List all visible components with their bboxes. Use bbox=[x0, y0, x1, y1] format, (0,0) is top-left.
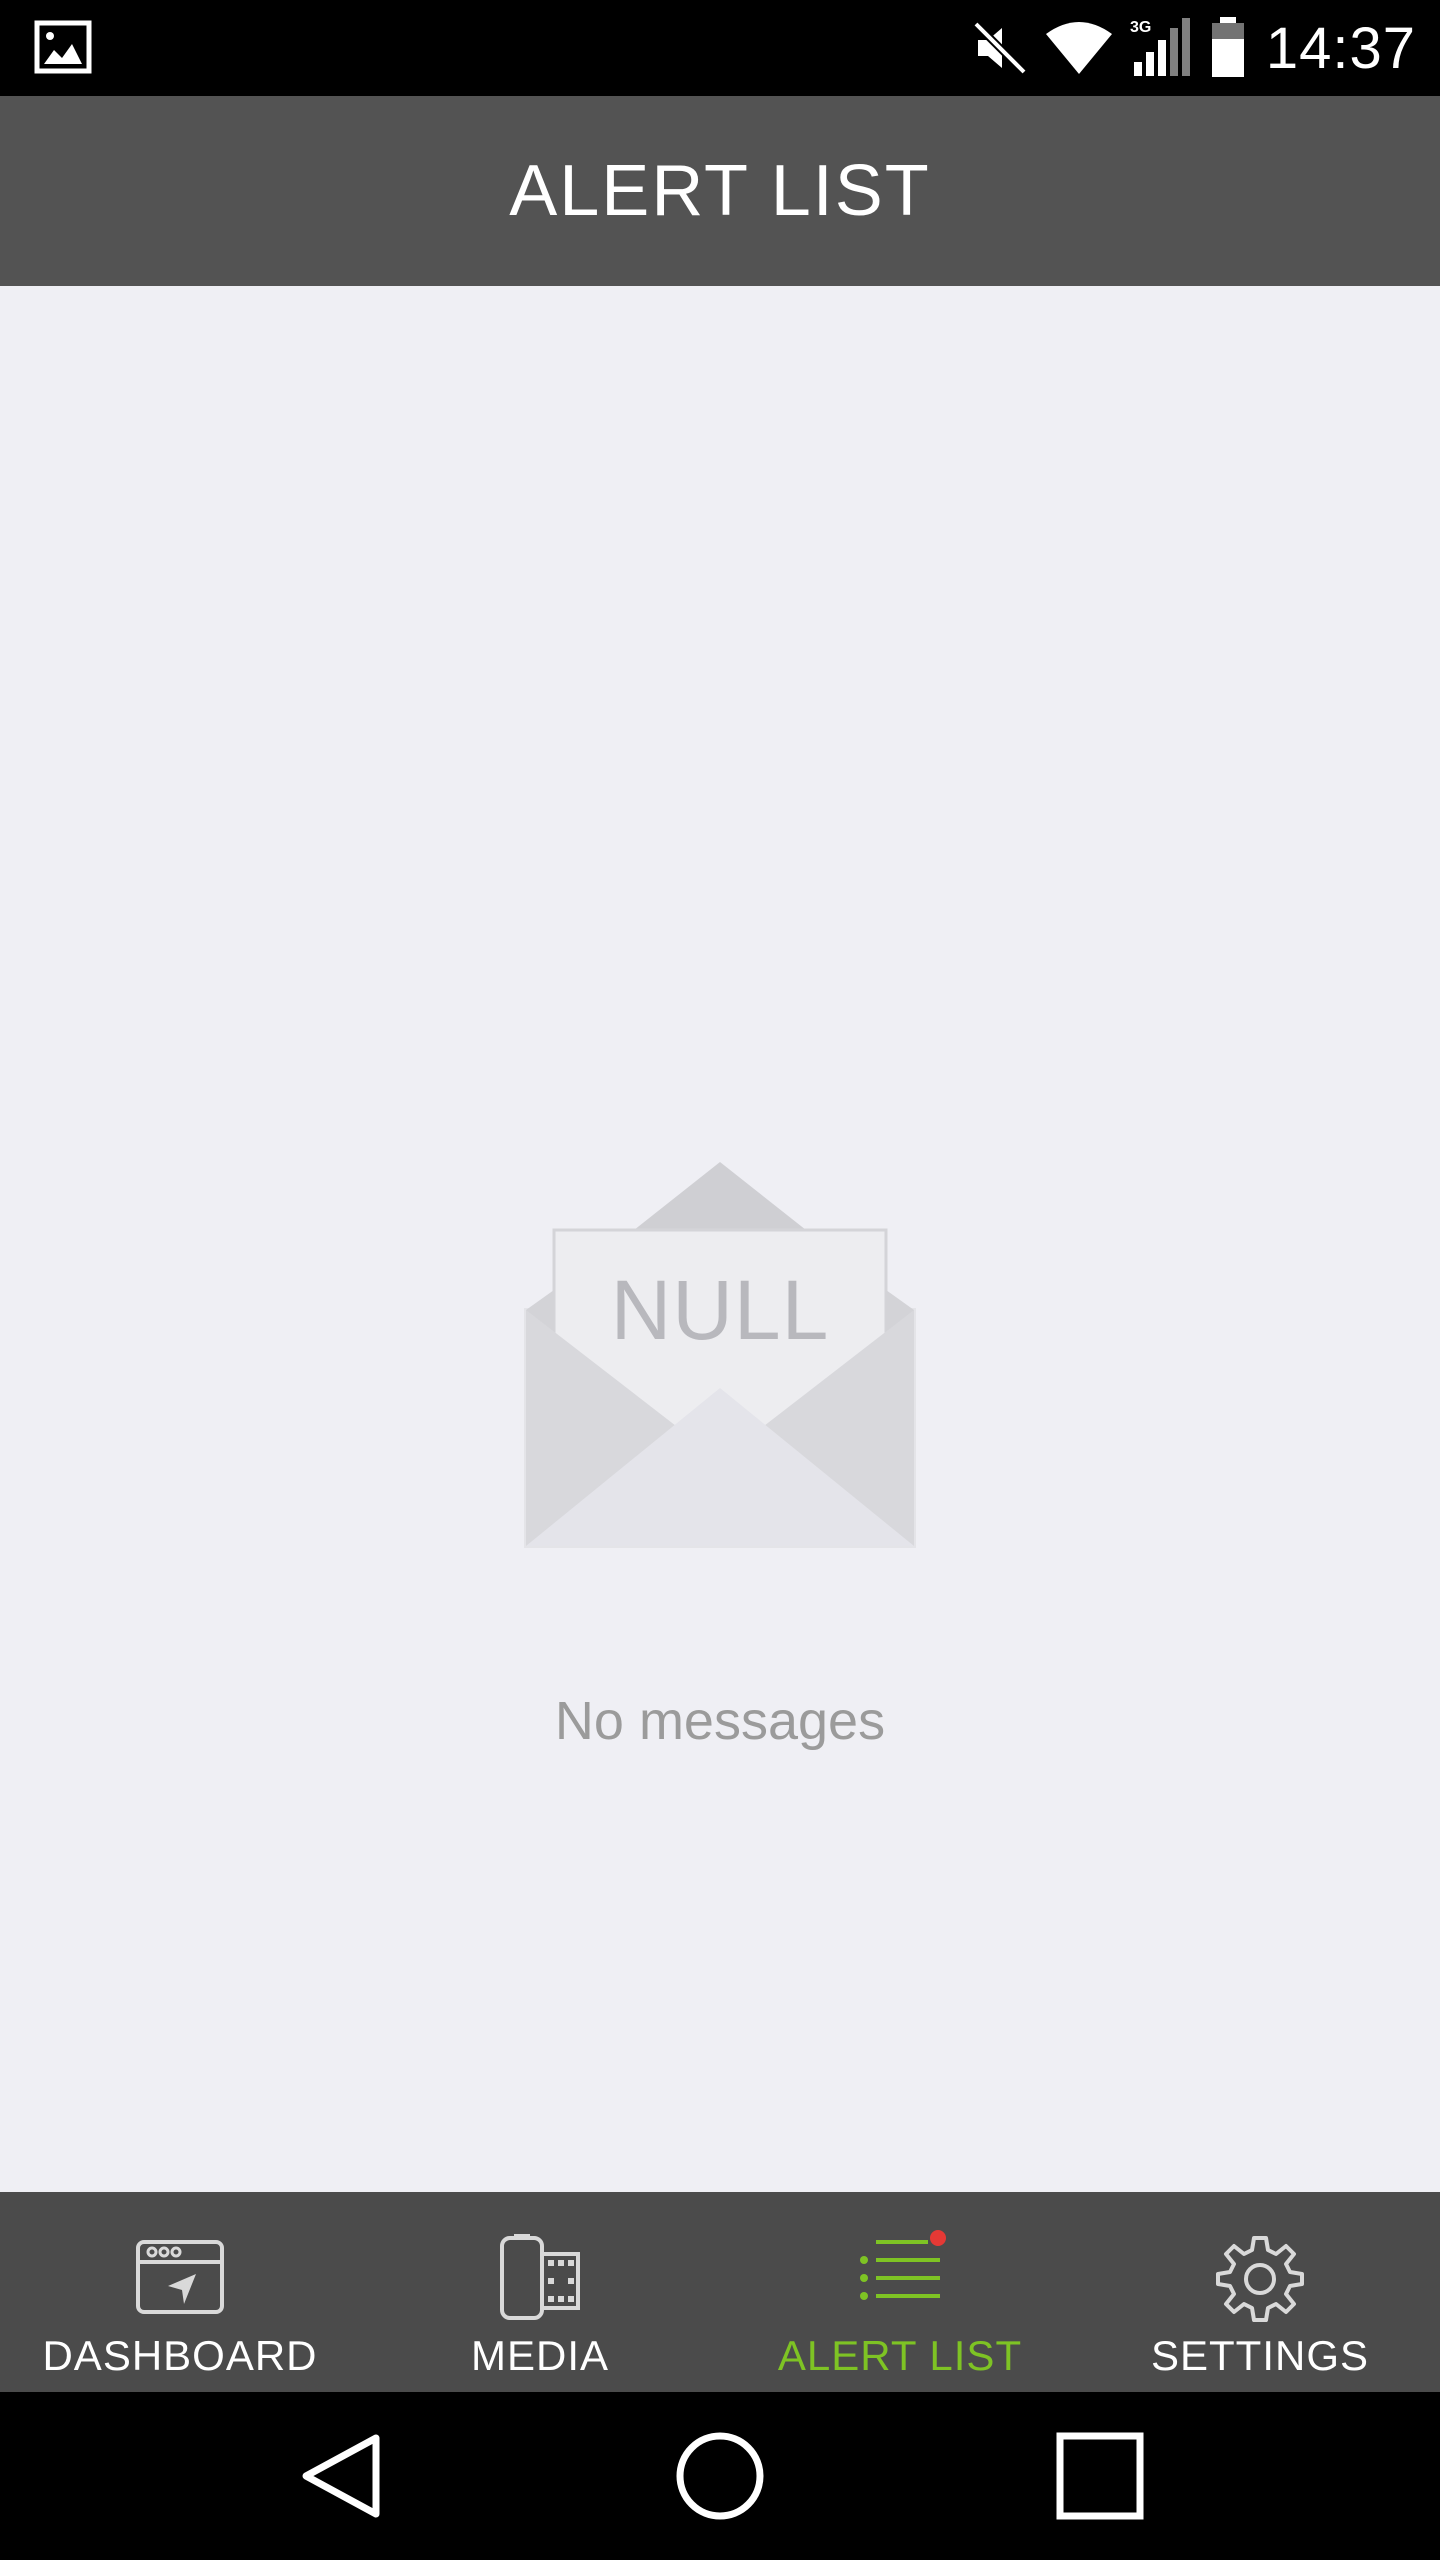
settings-icon bbox=[1216, 2236, 1304, 2322]
bottom-tab-bar: DASHBOARD MEDIA ALERT LIST SETTINGS bbox=[0, 2192, 1440, 2392]
screen: 3G 14:37 ALERT LIST NULL No messages DAS… bbox=[0, 0, 1440, 2560]
mute-icon bbox=[973, 21, 1027, 75]
status-icons: 3G 14:37 bbox=[972, 0, 1416, 96]
recents-icon[interactable] bbox=[1050, 2426, 1150, 2526]
empty-state-message: No messages bbox=[554, 1691, 886, 1751]
system-navigation-bar bbox=[0, 2392, 1440, 2560]
tab-dashboard-label: DASHBOARD bbox=[42, 2332, 318, 2379]
tab-alert-list[interactable]: ALERT LIST bbox=[720, 2192, 1080, 2392]
alert-list-icon bbox=[860, 2230, 946, 2300]
tab-media[interactable]: MEDIA bbox=[360, 2192, 720, 2392]
tab-media-label: MEDIA bbox=[470, 2332, 609, 2379]
tab-dashboard[interactable]: DASHBOARD bbox=[0, 2192, 360, 2392]
signal-icon: 3G bbox=[1130, 18, 1190, 76]
tab-settings-label: SETTINGS bbox=[1150, 2332, 1370, 2379]
status-bar: 3G 14:37 bbox=[0, 0, 1440, 96]
tab-settings[interactable]: SETTINGS bbox=[1080, 2192, 1440, 2392]
tab-alert-list-label: ALERT LIST bbox=[777, 2332, 1023, 2379]
dashboard-icon bbox=[136, 2240, 224, 2314]
network-type-text: 3G bbox=[1130, 19, 1151, 36]
media-icon bbox=[500, 2234, 580, 2320]
null-illustration-text: NULL bbox=[610, 1263, 830, 1357]
page-title: ALERT LIST bbox=[509, 151, 931, 231]
status-time: 14:37 bbox=[1265, 15, 1416, 81]
back-icon[interactable] bbox=[290, 2426, 390, 2526]
gallery-notification-icon bbox=[34, 20, 92, 74]
home-icon[interactable] bbox=[670, 2426, 770, 2526]
app-header: ALERT LIST bbox=[0, 96, 1440, 286]
battery-icon bbox=[1211, 17, 1244, 77]
notification-badge bbox=[930, 2230, 946, 2246]
wifi-icon bbox=[1045, 22, 1112, 74]
